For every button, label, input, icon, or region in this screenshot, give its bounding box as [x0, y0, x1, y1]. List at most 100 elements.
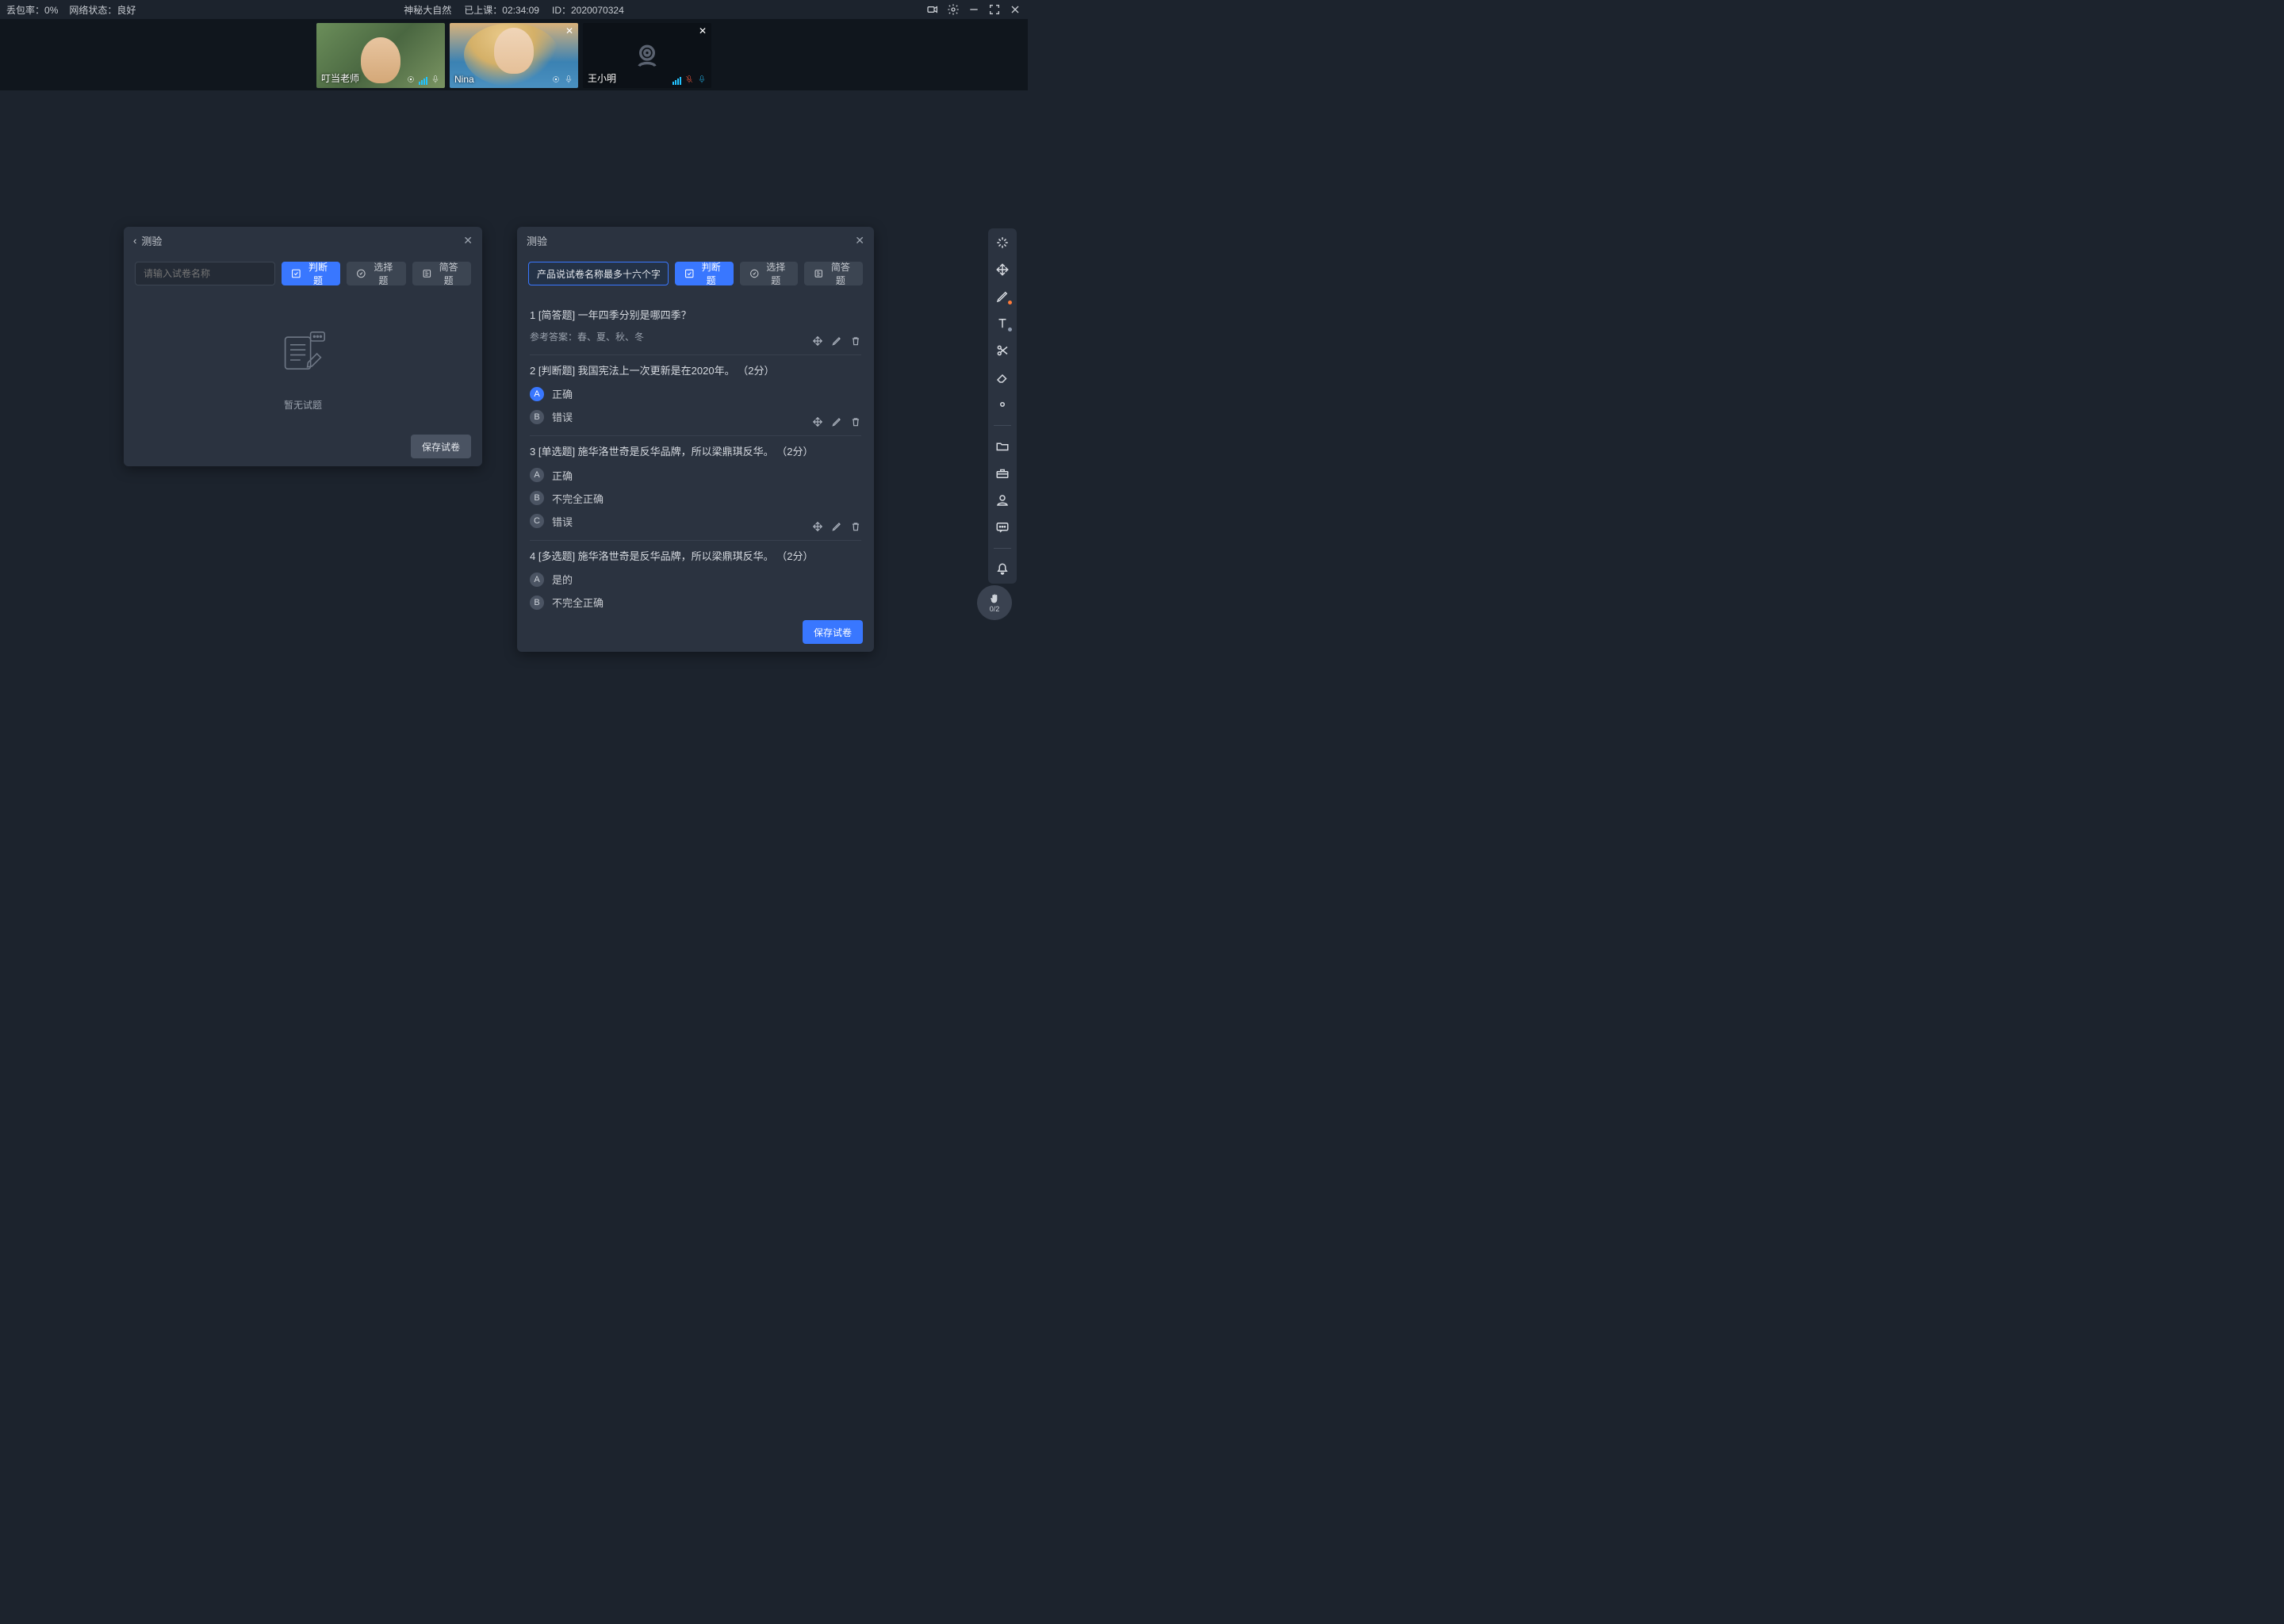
move-icon[interactable] [812, 335, 823, 347]
add-judge-button[interactable]: 判断题 [282, 262, 340, 285]
choice-icon [356, 268, 366, 279]
settings-icon[interactable] [947, 3, 960, 16]
quiz-name-input[interactable] [528, 262, 669, 285]
target-icon [551, 74, 561, 85]
choice-icon [749, 268, 760, 279]
edit-icon[interactable] [831, 335, 842, 347]
back-icon[interactable]: ‹ [133, 235, 136, 247]
add-short-button[interactable]: 简答题 [412, 262, 471, 285]
option-label: 不完全正确 [552, 491, 604, 506]
tool-pointer[interactable] [991, 235, 1014, 251]
video-close-icon[interactable]: ✕ [699, 26, 707, 36]
tool-bell[interactable] [991, 561, 1014, 577]
option-bullet: B [530, 410, 544, 424]
tool-user[interactable] [991, 492, 1014, 508]
judge-icon [684, 268, 695, 279]
panel-header: 测验 ✕ [517, 227, 874, 254]
video-tile-student[interactable]: ✕ 王小明 [583, 23, 711, 88]
tool-folder[interactable] [991, 439, 1014, 454]
option-label: 不完全正确 [552, 595, 604, 610]
video-name-label: 叮当老师 [321, 71, 359, 85]
question-title: 3 [单选题] 施华洛世奇是反华品牌，所以梁鼎琪反华。 （2分） [530, 444, 861, 460]
quiz-name-input[interactable] [135, 262, 275, 285]
close-icon[interactable]: ✕ [463, 234, 473, 247]
option-bullet: A [530, 468, 544, 482]
move-icon[interactable] [812, 521, 823, 532]
volume-bars-icon [419, 77, 427, 85]
close-icon[interactable] [1009, 3, 1021, 16]
question-item: 1 [简答题] 一年四季分别是哪四季？参考答案：春、夏、秋、冬 [530, 300, 861, 355]
option-row[interactable]: A是的 [530, 572, 861, 587]
tool-eraser[interactable] [991, 370, 1014, 385]
question-title: 1 [简答题] 一年四季分别是哪四季？ [530, 308, 861, 324]
delete-icon[interactable] [850, 335, 861, 347]
edit-icon[interactable] [831, 416, 842, 427]
tool-dock [988, 228, 1017, 584]
mic-icon [697, 74, 707, 85]
tool-pencil[interactable] [991, 289, 1014, 304]
option-bullet: B [530, 596, 544, 610]
hand-raise-button[interactable]: 0/2 [977, 585, 1012, 620]
judge-icon [291, 268, 301, 279]
tool-toolbox[interactable] [991, 465, 1014, 481]
option-label: 是的 [552, 572, 573, 587]
option-label: 正确 [552, 468, 573, 483]
question-title: 2 [判断题] 我国宪法上一次更新是在2020年。 （2分） [530, 363, 861, 379]
video-close-icon[interactable]: ✕ [565, 26, 573, 36]
hand-icon [988, 592, 1001, 605]
add-judge-button[interactable]: 判断题 [675, 262, 734, 285]
short-icon [422, 268, 432, 279]
delete-icon[interactable] [850, 521, 861, 532]
tool-laser[interactable] [991, 396, 1014, 412]
option-row[interactable]: B 不完全正确 [530, 595, 861, 610]
option-bullet: C [530, 514, 544, 528]
add-choice-button[interactable]: 选择题 [740, 262, 799, 285]
question-item: 3 [单选题] 施华洛世奇是反华品牌，所以梁鼎琪反华。 （2分） A 正确 B不完全正… [530, 436, 861, 541]
camera-off-icon [631, 40, 663, 71]
add-short-button[interactable]: 简答题 [804, 262, 863, 285]
save-quiz-button[interactable]: 保存试卷 [803, 620, 863, 644]
question-actions [812, 335, 861, 347]
camera-toggle-icon[interactable] [926, 3, 939, 16]
option-row[interactable]: B不完全正确 [530, 491, 861, 506]
class-id: ID：2020070324 [552, 3, 624, 17]
save-quiz-button[interactable]: 保存试卷 [411, 435, 471, 458]
delete-icon[interactable] [850, 416, 861, 427]
question-item: 4 [多选题] 施华洛世奇是反华品牌，所以梁鼎琪反华。 （2分）A是的B不完全正… [530, 541, 861, 613]
empty-state: 暂无试题 [136, 300, 469, 419]
quiz-panel-empty: ‹ 测验 ✕ 判断题 选择题 简答题 暂无试题 [124, 227, 482, 466]
minimize-icon[interactable] [968, 3, 980, 16]
question-item: 2 [判断题] 我国宪法上一次更新是在2020年。 （2分）A正确B错误 [530, 355, 861, 437]
video-tile-teacher[interactable]: 叮当老师 [316, 23, 445, 88]
option-label: 错误 [552, 514, 573, 529]
video-name-label: Nina [454, 74, 474, 85]
video-name-label: 王小明 [588, 71, 616, 85]
mic-icon [564, 74, 573, 85]
empty-text: 暂无试题 [136, 398, 469, 412]
mic-icon [431, 74, 440, 85]
close-icon[interactable]: ✕ [855, 234, 864, 247]
option-row[interactable]: A 正确 [530, 386, 861, 401]
video-tile-student[interactable]: ✕ Nina [450, 23, 578, 88]
panel-title: 测验 [527, 233, 547, 248]
quiz-panel-filled: 测验 ✕ 判断题 选择题 简答题 1 [简答题] 一年四季分别是哪四季？参考答案… [517, 227, 874, 652]
option-row[interactable]: A 正确 [530, 468, 861, 483]
option-bullet: A [530, 387, 544, 401]
hand-raise-count: 0/2 [990, 605, 1000, 613]
add-choice-button[interactable]: 选择题 [347, 262, 405, 285]
move-icon[interactable] [812, 416, 823, 427]
class-elapsed: 已上课：02:34:09 [464, 3, 539, 17]
tool-scissors[interactable] [991, 343, 1014, 358]
tool-text[interactable] [991, 316, 1014, 331]
fullscreen-icon[interactable] [988, 3, 1001, 16]
option-label: 正确 [552, 386, 573, 401]
target-icon [406, 74, 416, 85]
video-strip: 叮当老师 ✕ Nina ✕ 王小明 [0, 19, 1028, 90]
tool-move[interactable] [991, 262, 1014, 278]
edit-icon[interactable] [831, 521, 842, 532]
question-actions [812, 521, 861, 532]
short-icon [814, 268, 824, 279]
network-status: 网络状态：良好 [69, 3, 136, 17]
question-list: 1 [简答题] 一年四季分别是哪四季？参考答案：春、夏、秋、冬 2 [判断题] … [517, 293, 874, 612]
tool-chat[interactable] [991, 519, 1014, 535]
